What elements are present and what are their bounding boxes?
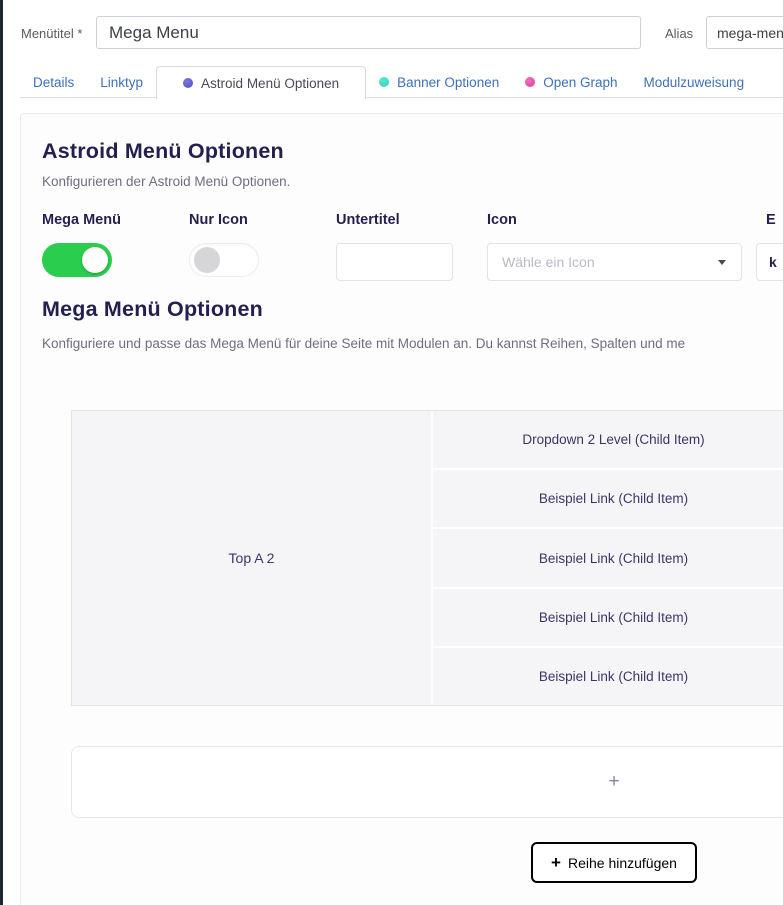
alias-input[interactable]: [706, 16, 783, 49]
sidebar-edge: [0, 0, 3, 905]
megamenu-builder-row: Top A 2 Dropdown 2 Level (Child Item) Be…: [71, 410, 783, 706]
tab-astroid-menu-optionen[interactable]: Astroid Menü Optionen: [156, 66, 366, 99]
add-row-button-wrap: + Reihe hinzufügen: [71, 842, 783, 883]
banner-tab-dot-icon: [379, 77, 389, 87]
builder-column-children: Dropdown 2 Level (Child Item) Beispiel L…: [433, 411, 783, 705]
builder-item[interactable]: Dropdown 2 Level (Child Item): [433, 411, 783, 468]
toggle-knob: [82, 247, 108, 273]
menu-item-edit-page: Menütitel * Alias Details Linktyp Astroi…: [0, 0, 783, 905]
add-row-button-label: Reihe hinzufügen: [568, 855, 677, 871]
mega-menu-toggle[interactable]: [42, 243, 112, 277]
astroid-section-title: Astroid Menü Optionen: [42, 139, 284, 164]
toggle-knob: [194, 247, 220, 273]
menu-title-input[interactable]: [96, 16, 641, 49]
untertitel-input[interactable]: [336, 243, 453, 281]
tab-bar: Details Linktyp Astroid Menü Optionen Ba…: [20, 66, 757, 98]
astroid-tab-dot-icon: [183, 78, 193, 88]
untertitel-label: Untertitel: [336, 212, 400, 228]
alias-label: Alias: [665, 26, 693, 41]
builder-column-top-a2[interactable]: Top A 2: [72, 411, 433, 705]
add-row-button[interactable]: + Reihe hinzufügen: [531, 842, 697, 883]
open-graph-tab-dot-icon: [525, 77, 535, 87]
nur-icon-label: Nur Icon: [189, 212, 248, 228]
badge-label-cutoff: E: [766, 212, 776, 228]
icon-select[interactable]: Wähle ein Icon: [487, 243, 742, 281]
builder-item[interactable]: Beispiel Link (Child Item): [433, 589, 783, 646]
plus-icon: +: [608, 771, 619, 793]
builder-item[interactable]: Beispiel Link (Child Item): [433, 648, 783, 705]
mega-menu-section-subtitle: Konfiguriere und passe das Mega Menü für…: [42, 336, 685, 351]
mega-menu-section-title: Mega Menü Optionen: [42, 297, 263, 322]
mega-menu-label: Mega Menü: [42, 212, 121, 228]
menu-title-label: Menütitel *: [21, 26, 82, 41]
chevron-down-icon: [718, 260, 726, 265]
builder-item[interactable]: Beispiel Link (Child Item): [433, 529, 783, 586]
icon-select-placeholder: Wähle ein Icon: [488, 254, 718, 270]
tab-open-graph[interactable]: Open Graph: [512, 66, 630, 98]
builder-item[interactable]: Beispiel Link (Child Item): [433, 470, 783, 527]
tab-details[interactable]: Details: [20, 66, 87, 98]
plus-icon: +: [551, 854, 561, 871]
astroid-section-subtitle: Konfigurieren der Astroid Menü Optionen.: [42, 174, 290, 189]
tab-banner-optionen[interactable]: Banner Optionen: [366, 66, 512, 98]
badge-input-cutoff[interactable]: [756, 243, 783, 281]
nur-icon-toggle[interactable]: [189, 243, 259, 277]
icon-label: Icon: [487, 212, 517, 228]
tab-modulzuweisung[interactable]: Modulzuweisung: [631, 66, 758, 98]
add-column-dropzone[interactable]: +: [71, 746, 783, 818]
tab-linktyp[interactable]: Linktyp: [87, 66, 156, 98]
